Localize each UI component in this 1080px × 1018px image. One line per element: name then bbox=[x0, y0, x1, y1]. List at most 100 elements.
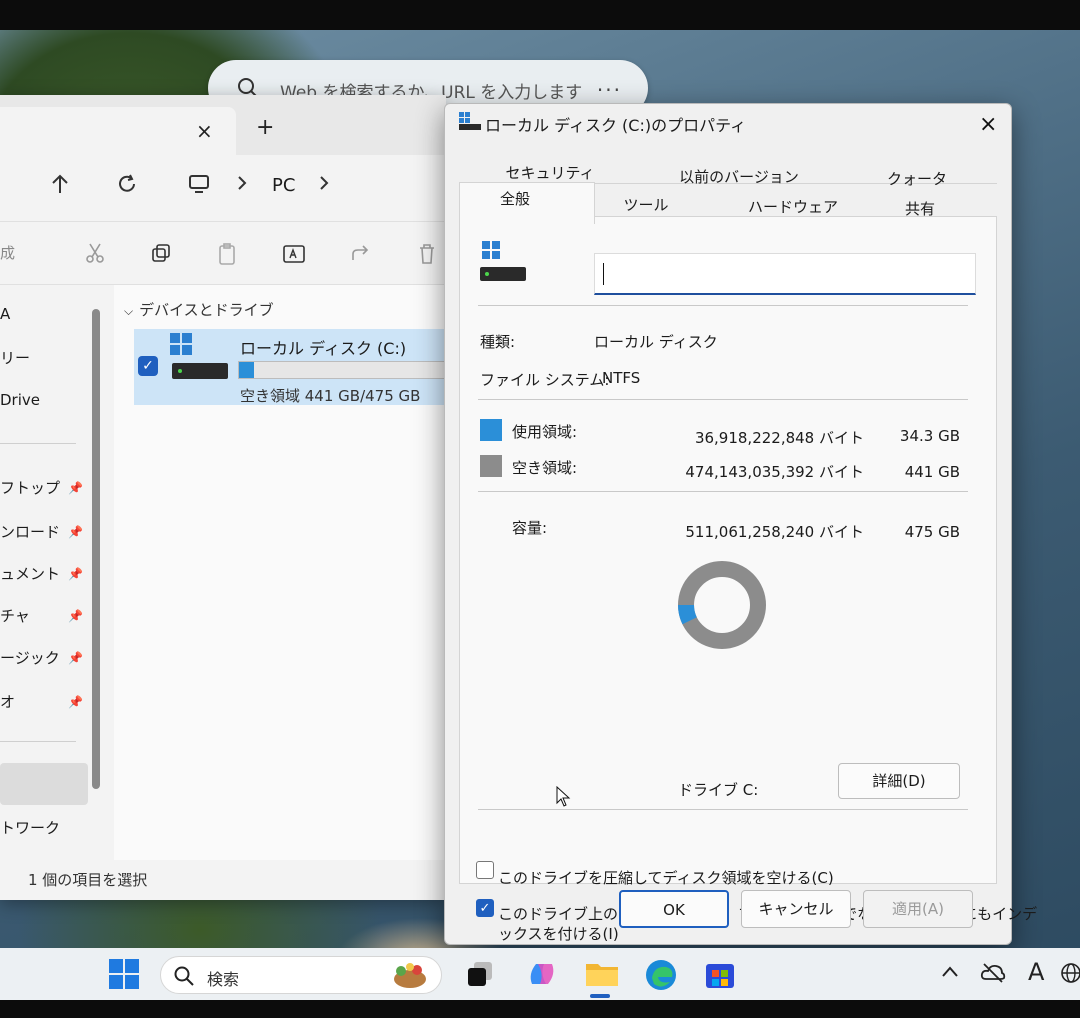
command-bar: 成 bbox=[0, 221, 446, 285]
used-space-size: 34.3 GB bbox=[899, 427, 960, 445]
close-icon[interactable]: × bbox=[979, 112, 997, 137]
divider bbox=[478, 399, 968, 400]
free-space-size: 441 GB bbox=[904, 463, 960, 481]
drive-usage-bar bbox=[238, 361, 448, 379]
drive-free-space: 空き領域 441 GB/475 GB bbox=[240, 387, 421, 405]
ime-mode-indicator[interactable]: A bbox=[1028, 958, 1044, 986]
compress-label[interactable]: このドライブを圧縮してディスク領域を空ける(C) bbox=[498, 867, 834, 888]
free-space-swatch bbox=[480, 455, 502, 477]
sidebar-item-documents[interactable]: ュメント bbox=[0, 563, 60, 584]
task-view-icon[interactable] bbox=[466, 960, 496, 992]
drive-letter-label: ドライブ C: bbox=[678, 781, 759, 799]
chevron-down-icon: ⌵ bbox=[124, 304, 134, 318]
taskbar-search-box[interactable]: 検索 bbox=[160, 956, 442, 994]
sidebar-item-music[interactable]: ージック bbox=[0, 647, 60, 668]
new-tab-button[interactable]: + bbox=[256, 115, 274, 140]
sidebar-item-network[interactable]: トワーク bbox=[0, 817, 60, 838]
drive-tile-c[interactable]: ✓ ローカル ディスク (C:) 空き領域 441 GB/475 GB bbox=[134, 329, 448, 405]
group-header-devices[interactable]: ⌵ デバイスとドライブ bbox=[124, 299, 274, 320]
ok-button[interactable]: OK bbox=[619, 890, 729, 928]
navigation-pane: A リー Drive フトップ 📌 ンロード 📌 ュメント 📌 チャ 📌 ージッ… bbox=[0, 285, 100, 860]
pin-icon: 📌 bbox=[68, 609, 83, 623]
tab-sharing[interactable]: 共有 bbox=[875, 198, 965, 219]
divider bbox=[478, 809, 968, 810]
tab-tools[interactable]: ツール bbox=[591, 194, 701, 215]
sidebar-item-this-pc[interactable] bbox=[0, 763, 88, 805]
drive-icon bbox=[478, 241, 528, 293]
share-icon[interactable] bbox=[350, 242, 372, 268]
file-list-area: ⌵ デバイスとドライブ ✓ ローカル ディスク (C:) 空き領域 441 GB/… bbox=[114, 285, 448, 860]
index-label-line2[interactable]: ックスを付ける(I) bbox=[498, 923, 619, 944]
start-icon[interactable] bbox=[108, 958, 140, 994]
free-space-bytes: 474,143,035,392 バイト bbox=[685, 463, 864, 481]
type-value: ローカル ディスク bbox=[594, 333, 718, 351]
file-explorer-icon[interactable] bbox=[584, 956, 620, 994]
refresh-icon[interactable] bbox=[116, 173, 138, 200]
active-app-indicator bbox=[590, 994, 610, 998]
used-space-label: 使用領域: bbox=[512, 423, 578, 441]
dialog-title: ローカル ディスク (C:)のプロパティ bbox=[485, 116, 747, 135]
edge-icon[interactable] bbox=[644, 958, 678, 996]
drive-small-icon bbox=[459, 112, 481, 134]
mouse-pointer-icon bbox=[556, 785, 572, 812]
rename-icon[interactable] bbox=[282, 242, 306, 270]
store-icon[interactable] bbox=[704, 958, 736, 994]
group-header-label: デバイスとドライブ bbox=[139, 301, 274, 319]
tab-strip: × + bbox=[0, 95, 446, 155]
file-system-value: NTFS bbox=[602, 369, 641, 387]
pin-icon: 📌 bbox=[68, 525, 83, 539]
selection-checkbox[interactable]: ✓ bbox=[138, 356, 158, 376]
delete-icon[interactable] bbox=[416, 242, 438, 270]
free-space-label: 空き領域: bbox=[512, 459, 578, 477]
sidebar-item-videos[interactable]: オ bbox=[0, 691, 15, 712]
sidebar-item-gallery[interactable]: リー bbox=[0, 347, 30, 368]
drive-name: ローカル ディスク (C:) bbox=[240, 339, 407, 358]
volume-label-input[interactable] bbox=[594, 253, 976, 295]
pin-icon: 📌 bbox=[68, 567, 83, 581]
new-button-fragment[interactable]: 成 bbox=[0, 242, 15, 263]
sidebar-item-desktop[interactable]: フトップ bbox=[0, 477, 60, 498]
sidebar-scrollbar[interactable] bbox=[92, 309, 100, 789]
capacity-label: 容量: bbox=[512, 519, 548, 537]
apply-button[interactable]: 適用(A) bbox=[863, 890, 973, 928]
tab-quota[interactable]: クォータ bbox=[867, 168, 967, 189]
divider bbox=[478, 491, 968, 492]
up-arrow-icon[interactable] bbox=[50, 173, 70, 200]
more-icon[interactable]: ... bbox=[597, 72, 622, 96]
status-bar-text: 1 個の項目を選択 bbox=[28, 871, 148, 889]
compress-checkbox[interactable] bbox=[476, 861, 494, 879]
sidebar-item-a[interactable]: A bbox=[0, 305, 10, 323]
tab-close-button[interactable]: × bbox=[196, 119, 213, 143]
file-system-label: ファイル システム: bbox=[480, 371, 610, 389]
donut-free-segment bbox=[678, 561, 766, 649]
cut-icon[interactable] bbox=[84, 242, 106, 268]
tab-general[interactable]: 全般 bbox=[467, 188, 563, 209]
globe-icon[interactable] bbox=[1060, 962, 1080, 988]
copy-icon[interactable] bbox=[150, 242, 172, 268]
taskbar-search-placeholder: 検索 bbox=[207, 970, 240, 989]
screen-top-bezel bbox=[0, 0, 1080, 34]
cancel-button[interactable]: キャンセル bbox=[741, 890, 851, 928]
network-offline-icon[interactable] bbox=[980, 962, 1006, 988]
chevron-up-icon[interactable] bbox=[940, 962, 960, 986]
breadcrumb-pc[interactable]: PC bbox=[272, 175, 295, 196]
tab-security[interactable]: セキュリティ bbox=[485, 162, 615, 183]
chevron-right-icon[interactable] bbox=[318, 173, 330, 198]
details-button[interactable]: 詳細(D) bbox=[838, 763, 960, 799]
search-highlight-icon bbox=[389, 961, 431, 995]
index-checkbox[interactable]: ✓ bbox=[476, 899, 494, 917]
sidebar-item-downloads[interactable]: ンロード bbox=[0, 521, 60, 542]
drive-usage-bar-fill bbox=[239, 362, 254, 378]
sidebar-item-pictures[interactable]: チャ bbox=[0, 605, 30, 626]
tab-hardware[interactable]: ハードウェア bbox=[721, 196, 865, 217]
capacity-size: 475 GB bbox=[904, 523, 960, 541]
chevron-right-icon bbox=[236, 173, 248, 198]
screen-bottom-bezel bbox=[0, 1000, 1080, 1018]
file-explorer-window: × + PC 成 A リー Drive フトップ 📌 ンロード 📌 ュメント 📌… bbox=[0, 95, 448, 900]
paste-icon[interactable] bbox=[216, 242, 238, 270]
tab-previous-versions[interactable]: 以前のバージョン bbox=[659, 166, 819, 187]
copilot-icon[interactable] bbox=[526, 958, 558, 994]
general-tab-panel: 種類: ローカル ディスク ファイル システム: NTFS 使用領域: 36,9… bbox=[459, 216, 1037, 943]
sidebar-item-onedrive[interactable]: Drive bbox=[0, 391, 40, 409]
used-space-bytes: 36,918,222,848 バイト bbox=[694, 429, 864, 447]
